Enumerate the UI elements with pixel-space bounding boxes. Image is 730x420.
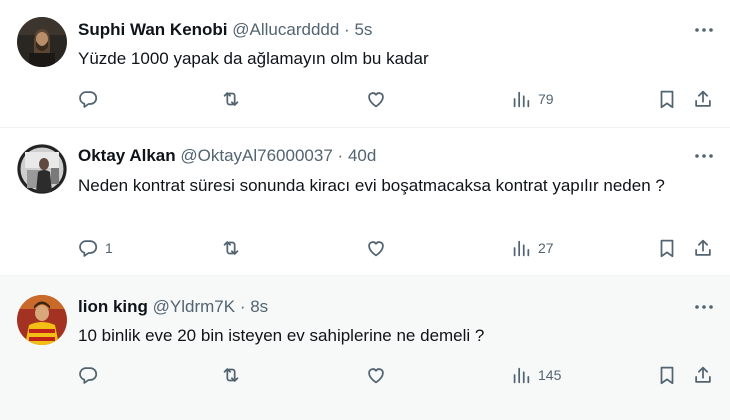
bookmark-icon [660, 90, 674, 109]
reply-button[interactable] [77, 87, 105, 111]
tweet-actions: 145 [0, 363, 730, 387]
display-name[interactable]: Oktay Alkan [78, 146, 176, 165]
tweet-text: Neden kontrat süresi sonunda kiracı evi … [78, 176, 665, 195]
views-button[interactable]: 79 [510, 87, 554, 111]
display-name[interactable]: lion king [78, 297, 148, 316]
tweet-header: Suphi Wan Kenobi @Allucardddd · 5s [78, 20, 372, 40]
bookmark-icon [660, 366, 674, 385]
view-count: 145 [538, 367, 562, 383]
share-button[interactable] [692, 87, 714, 111]
views-button[interactable]: 27 [510, 236, 554, 260]
reply-icon [79, 367, 98, 384]
tweet-header: lion king @Yldrm7K · 8s [78, 297, 268, 317]
reply-count: 1 [105, 240, 113, 256]
reply-button[interactable] [77, 363, 105, 387]
more-icon[interactable] [692, 20, 716, 40]
tweet[interactable]: Suphi Wan Kenobi @Allucardddd · 5s Yüzde… [0, 0, 730, 128]
meta-separator: · [337, 146, 344, 165]
retweet-button[interactable] [220, 236, 242, 260]
more-icon[interactable] [692, 146, 716, 166]
avatar[interactable] [17, 17, 67, 67]
reply-icon [79, 91, 98, 108]
tweet-text: 10 binlik eve 20 bin isteyen ev sahipler… [78, 326, 485, 345]
share-icon [695, 239, 711, 256]
views-icon [513, 91, 530, 108]
display-name[interactable]: Suphi Wan Kenobi [78, 20, 228, 39]
share-icon [695, 366, 711, 383]
like-icon [368, 241, 384, 257]
tweet[interactable]: Oktay Alkan @OktayAl76000037 · 40d Neden… [0, 128, 730, 276]
tweet-feed: Suphi Wan Kenobi @Allucardddd · 5s Yüzde… [0, 0, 730, 420]
tweet-actions: 79 [0, 87, 730, 111]
retweet-icon [223, 92, 239, 106]
like-button[interactable] [365, 363, 387, 387]
views-icon [513, 367, 530, 384]
view-count: 79 [538, 91, 554, 107]
retweet-button[interactable] [220, 363, 242, 387]
like-button[interactable] [365, 236, 387, 260]
avatar[interactable] [17, 144, 67, 194]
tweet-text: Yüzde 1000 yapak da ağlamayın olm bu kad… [78, 49, 429, 68]
bookmark-button[interactable] [656, 87, 678, 111]
like-icon [368, 92, 384, 108]
user-handle[interactable]: @OktayAl76000037 [180, 146, 332, 165]
share-icon [695, 90, 711, 107]
tweet-actions: 1 27 [0, 236, 730, 260]
views-icon [513, 240, 530, 257]
reply-button[interactable]: 1 [77, 236, 113, 260]
retweet-icon [223, 368, 239, 382]
meta-separator: · [344, 20, 350, 39]
tweet-header: Oktay Alkan @OktayAl76000037 · 40d [78, 146, 376, 166]
tweet[interactable]: lion king @Yldrm7K · 8s 10 binlik eve 20… [0, 276, 730, 420]
user-handle[interactable]: @Allucardddd [232, 20, 339, 39]
share-button[interactable] [692, 236, 714, 260]
views-button[interactable]: 145 [510, 363, 561, 387]
bookmark-button[interactable] [656, 236, 678, 260]
retweet-icon [223, 241, 239, 255]
share-button[interactable] [692, 363, 714, 387]
like-button[interactable] [365, 87, 387, 111]
bookmark-button[interactable] [656, 363, 678, 387]
user-handle[interactable]: @Yldrm7K [153, 297, 235, 316]
retweet-button[interactable] [220, 87, 242, 111]
more-icon[interactable] [692, 297, 716, 317]
bookmark-icon [660, 239, 674, 258]
like-icon [368, 368, 384, 384]
meta-separator: · [239, 297, 246, 316]
reply-icon [79, 240, 98, 257]
avatar[interactable] [17, 295, 67, 345]
tweet-time[interactable]: 8s [250, 297, 268, 316]
view-count: 27 [538, 240, 554, 256]
tweet-time[interactable]: 5s [354, 20, 372, 39]
tweet-time[interactable]: 40d [348, 146, 376, 165]
